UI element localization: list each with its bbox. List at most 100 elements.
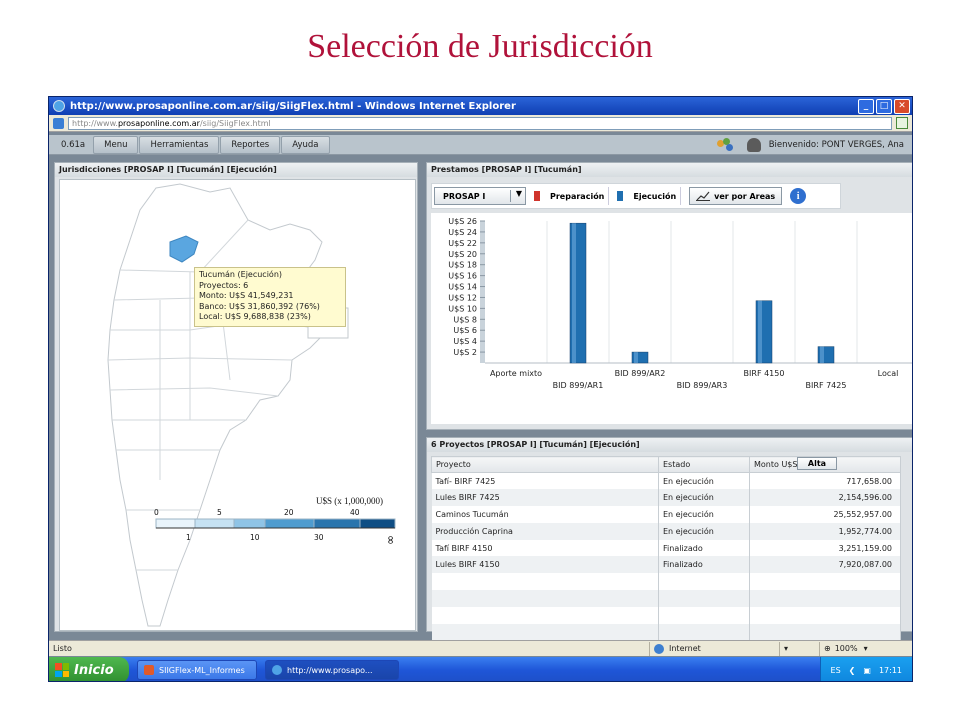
browser-window: http://www.prosaponline.com.ar/siig/Siig… [48, 96, 913, 682]
address-path: /siig/SiigFlex.html [199, 118, 271, 128]
cell-proyecto [431, 590, 659, 607]
table-row[interactable]: Producción Caprina En ejecución 1,952,774.… [431, 522, 901, 540]
argentina-map[interactable] [60, 180, 417, 632]
tooltip-line: Monto: U$S 41,549,231 [199, 291, 294, 301]
address-prefix: http://www. [72, 118, 118, 128]
start-label: Inicio [74, 662, 114, 678]
app-version: 0.61a [61, 139, 86, 150]
jurisdictions-panel: Jurisdicciones [PROSAP I] [Tucumán] [Eje… [54, 162, 418, 632]
chevron-down-icon: ▼ [515, 189, 522, 198]
legend-ejecucion[interactable]: Ejecución [617, 187, 682, 205]
y-tick-label: U$S 6 [453, 326, 477, 335]
table-row[interactable]: Tafí- BIRF 7425 En ejecución 717,658.00 [431, 472, 901, 490]
y-tick-label: U$S 2 [453, 348, 477, 357]
clock: 17:11 [878, 665, 902, 675]
cell-proyecto: Lules BIRF 4150 [431, 556, 659, 574]
cell-monto: 3,251,159.00 [749, 539, 901, 557]
jurisdictions-panel-title: Jurisdicciones [PROSAP I] [Tucumán] [Eje… [55, 163, 417, 177]
table-row [431, 590, 901, 607]
address-bar: http://www.prosaponline.com.ar/siig/Siig… [49, 115, 912, 132]
legend-ejecucion-label: Ejecución [633, 191, 677, 201]
network-icon[interactable]: ▣ [863, 666, 871, 675]
minimize-button[interactable]: _ [858, 98, 874, 114]
menu-item-reportes[interactable]: Reportes [220, 135, 281, 154]
x-tick-label: BIRF 7425 [806, 381, 847, 390]
menu-item-ayuda[interactable]: Ayuda [281, 135, 330, 154]
compat-view-icon[interactable] [896, 117, 908, 129]
cell-estado [658, 573, 750, 591]
close-button[interactable]: ✕ [894, 98, 910, 114]
cell-estado [658, 590, 750, 607]
welcome-text: Bienvenido: PONT VERGES, Ana [768, 139, 904, 150]
protected-mode-icon[interactable]: ▾ [779, 641, 819, 656]
window-title: http://www.prosaponline.com.ar/siig/Siig… [70, 100, 516, 112]
legend-preparacion[interactable]: Preparación [534, 187, 610, 205]
start-button[interactable]: Inicio [49, 657, 129, 681]
legend-bottom-tick: ∞ [384, 535, 398, 545]
projects-table: Proyecto Estado Monto U$S Tafí- BIRF 742… [431, 456, 901, 641]
users-icon[interactable] [716, 137, 733, 152]
table-row[interactable]: Caminos Tucumán En ejecución 25,552,957.00 [431, 506, 901, 523]
y-tick-label: U$S 22 [448, 239, 477, 248]
table-row[interactable]: Lules BIRF 4150 Finalizado 7,920,087.00 [431, 556, 901, 574]
tray-expand-icon[interactable]: ❮ [849, 666, 856, 675]
cell-estado: En ejecución [658, 522, 750, 540]
taskbar-item-browser[interactable]: http://www.prosapo... [265, 660, 399, 680]
address-field[interactable]: http://www.prosaponline.com.ar/siig/Siig… [68, 116, 892, 130]
cell-monto: 7,920,087.00 [749, 556, 901, 574]
zoom-control[interactable]: ⊕ 100% ▾ [819, 641, 872, 656]
language-indicator[interactable]: ES [831, 666, 841, 675]
y-tick-label: U$S 4 [453, 337, 477, 346]
alta-button[interactable]: Alta [797, 457, 837, 470]
chart-toolbar: PROSAP I ▼ Preparación Ejecución ver por… [431, 183, 841, 209]
bar-highlight [634, 352, 638, 363]
cell-proyecto: Caminos Tucumán [431, 506, 659, 523]
legend-preparacion-label: Preparación [550, 191, 605, 201]
cell-monto: 25,552,957.00 [749, 506, 901, 523]
program-select[interactable]: PROSAP I ▼ [434, 187, 526, 205]
cell-monto [749, 606, 901, 624]
page-icon [53, 117, 64, 129]
y-tick-label: U$S 18 [448, 261, 477, 270]
tooltip-line: Local: U$S 9,688,838 (23%) [199, 312, 311, 322]
table-row [431, 573, 901, 591]
cell-estado: Finalizado [658, 539, 750, 557]
cell-proyecto: Tafí- BIRF 7425 [431, 472, 659, 490]
projects-panel-title: 6 Proyectos [PROSAP I] [Tucumán] [Ejecuc… [427, 438, 912, 452]
tooltip-line: Proyectos: 6 [199, 280, 249, 290]
cell-proyecto: Producción Caprina [431, 522, 659, 540]
y-tick-label: U$S 12 [448, 293, 477, 302]
projects-panel: 6 Proyectos [PROSAP I] [Tucumán] [Ejecuc… [426, 437, 912, 641]
tooltip-line: Banco: U$S 31,860,392 (76%) [199, 301, 320, 311]
zone-text: Internet [669, 644, 701, 653]
cell-proyecto: Lules BIRF 7425 [431, 489, 659, 507]
zoom-value: 100% [834, 644, 858, 653]
zone-indicator: Internet [649, 641, 779, 656]
browser-titlebar[interactable]: http://www.prosaponline.com.ar/siig/Siig… [49, 97, 912, 115]
menu-item-menu[interactable]: Menu [93, 135, 139, 154]
cell-estado: Finalizado [658, 556, 750, 574]
x-tick-label: Local [878, 369, 899, 378]
table-row[interactable]: Tafí BIRF 4150 Finalizado 3,251,159.00 [431, 539, 901, 557]
column-header-proyecto[interactable]: Proyecto [431, 456, 659, 473]
y-tick-label: U$S 8 [453, 315, 477, 324]
jurisdiction-tooltip: Tucumán (Ejecución) Proyectos: 6 Monto: … [194, 267, 346, 327]
bar-highlight [572, 223, 576, 363]
status-bar: Listo Internet ▾ ⊕ 100% ▾ [49, 640, 912, 656]
ie-icon [53, 100, 65, 112]
y-tick-label: U$S 16 [448, 272, 477, 281]
x-tick-label: Aporte mixto [490, 369, 542, 378]
cell-monto: 1,952,774.00 [749, 522, 901, 540]
info-button[interactable]: i [790, 188, 807, 204]
menu-item-herramientas[interactable]: Herramientas [139, 135, 220, 154]
cell-estado [658, 623, 750, 641]
legend-top-tick: 40 [350, 508, 360, 517]
maximize-button[interactable]: □ [876, 98, 892, 114]
ie-icon [272, 665, 282, 675]
taskbar-item-siigflex[interactable]: SIIGFlex-ML_Informes [137, 660, 257, 680]
legend-top-tick: 0 [154, 508, 159, 517]
view-by-areas-button[interactable]: ver por Areas [689, 187, 783, 205]
map-area[interactable]: Tucumán (Ejecución) Proyectos: 6 Monto: … [59, 179, 416, 631]
table-row[interactable]: Lules BIRF 7425 En ejecución 2,154,596.00 [431, 489, 901, 507]
column-header-estado[interactable]: Estado [658, 456, 750, 473]
